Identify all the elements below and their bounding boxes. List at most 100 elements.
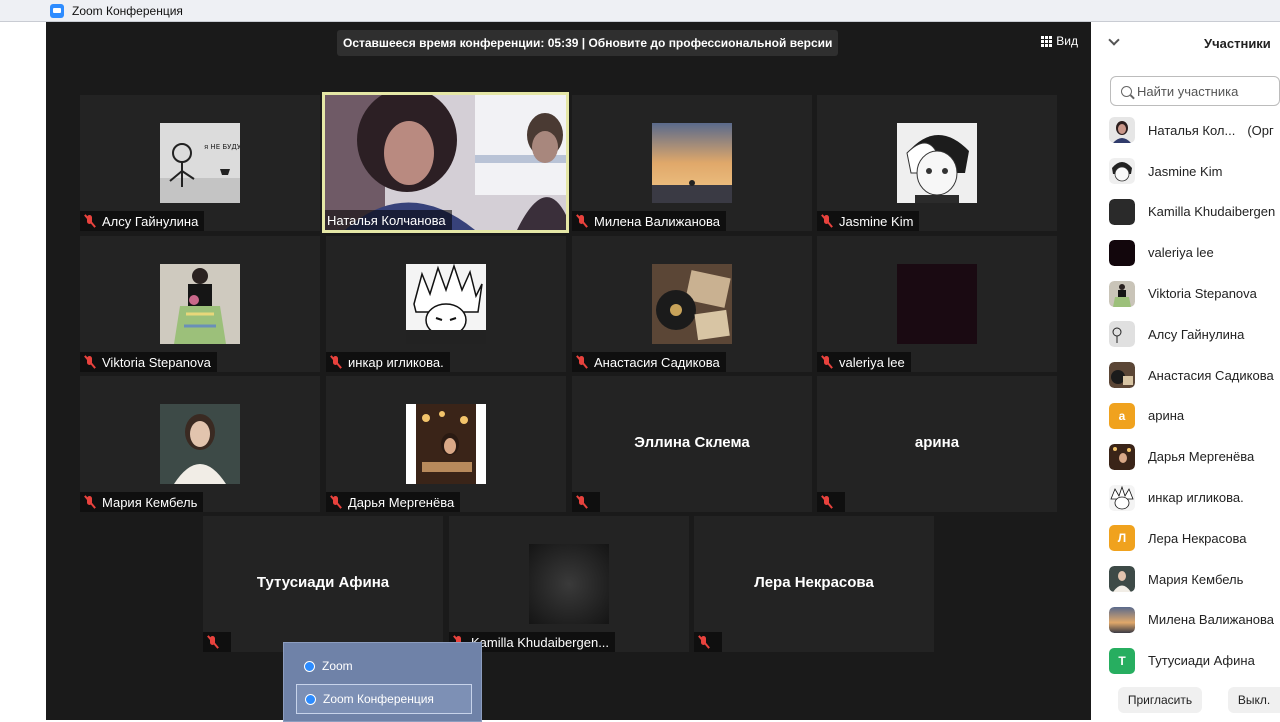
invite-button[interactable]: Пригласить: [1118, 687, 1202, 713]
participant-name: арина: [1148, 408, 1185, 424]
participant-name: Viktoria Stepanova: [1148, 286, 1257, 302]
tile-nametag: Jasmine Kim: [817, 211, 920, 231]
tile-name: Jasmine Kim: [839, 213, 914, 229]
taskbar-popup-menu: Zoom Zoom Конференция: [283, 642, 482, 722]
participant-item[interactable]: Анастасия Садикова: [1109, 355, 1280, 396]
mic-muted-icon: [82, 494, 98, 510]
participant-item[interactable]: valeriya lee: [1109, 232, 1280, 273]
tile-nametag: [817, 492, 845, 512]
participant-name: Дарья Мергенёва: [1148, 449, 1255, 465]
participant-name: valeriya lee: [1148, 245, 1214, 261]
video-tile[interactable]: Kamilla Khudaibergen...: [449, 516, 689, 652]
participant-item[interactable]: а арина: [1109, 396, 1280, 437]
view-label: Вид: [1056, 34, 1078, 48]
window-title: Zoom Конференция: [72, 3, 183, 18]
participants-title: Участники: [1204, 36, 1271, 51]
participant-item[interactable]: Алсу Гайнулина: [1109, 314, 1280, 355]
participant-thumbnail: [897, 123, 977, 203]
tile-nametag: Viktoria Stepanova: [80, 352, 217, 372]
video-tile[interactable]: Jasmine Kim: [817, 95, 1057, 231]
tile-nametag: valeriya lee: [817, 352, 911, 372]
video-tile-no-video[interactable]: Тутусиади Афина: [203, 516, 443, 652]
tile-center-name: Эллина Склема: [634, 434, 750, 451]
mic-muted-icon: [328, 494, 344, 510]
mic-muted-icon: [574, 213, 590, 229]
participant-item[interactable]: Наталья Кол... (Орг: [1109, 110, 1280, 151]
time-remaining-banner[interactable]: Оставшееся время конференции: 05:39 | Об…: [337, 30, 839, 56]
zoom-icon: [304, 660, 315, 672]
participant-role: (Орг: [1247, 122, 1274, 138]
tile-nametag: Милена Валижанова: [572, 211, 727, 231]
participant-thumbnail: [406, 264, 486, 344]
participant-thumbnail: [652, 123, 732, 203]
participant-item[interactable]: Л Лера Некрасова: [1109, 518, 1280, 559]
participant-thumbnail: [160, 404, 240, 484]
participant-search[interactable]: [1110, 76, 1280, 106]
video-tile-no-video[interactable]: Лера Некрасова: [694, 516, 934, 652]
mic-muted-icon: [574, 354, 590, 370]
participant-thumbnail: [897, 264, 977, 344]
video-tile-no-video[interactable]: Эллина Склема: [572, 376, 812, 512]
participant-item[interactable]: Милена Валижанова: [1109, 600, 1280, 641]
participant-item[interactable]: Мария Кембель: [1109, 559, 1280, 600]
participant-item[interactable]: Дарья Мергенёва: [1109, 436, 1280, 477]
tile-name: Анастасия Садикова: [594, 354, 720, 370]
participant-item[interactable]: Jasmine Kim: [1109, 151, 1280, 192]
tile-nametag: инкар игликова.: [326, 352, 450, 372]
tile-nametag: [694, 632, 722, 652]
menu-item-zoom[interactable]: Zoom: [296, 651, 472, 681]
video-tile[interactable]: valeriya lee: [817, 236, 1057, 372]
video-tile[interactable]: я НЕ БУДУ Алсу Гайнулина: [80, 95, 320, 231]
participant-item[interactable]: Kamilla Khudaibergen: [1109, 192, 1280, 233]
search-input[interactable]: [1137, 83, 1277, 99]
video-tile-active-speaker[interactable]: Наталья Колчанова: [322, 92, 569, 233]
view-button[interactable]: Вид: [1041, 34, 1078, 48]
participants-header: Участники: [1091, 22, 1280, 66]
tile-nametag: [572, 492, 600, 512]
participant-name: Мария Кембель: [1148, 571, 1244, 587]
participant-name: Jasmine Kim: [1148, 163, 1223, 179]
participant-item[interactable]: инкар игликова.: [1109, 477, 1280, 518]
menu-item-zoom-conference[interactable]: Zoom Конференция: [296, 684, 472, 714]
tile-nametag: [203, 632, 231, 652]
meeting-area: Оставшееся время конференции: 05:39 | Об…: [46, 22, 1091, 720]
video-tile-no-video[interactable]: арина: [817, 376, 1057, 512]
tile-center-name: Лера Некрасова: [754, 574, 874, 591]
avatar-initial: Л: [1109, 525, 1135, 552]
participant-thumbnail: [160, 264, 240, 344]
participant-thumbnail: [652, 264, 732, 344]
video-tile[interactable]: Viktoria Stepanova: [80, 236, 320, 372]
avatar: [1109, 280, 1135, 307]
tile-nametag: Мария Кембель: [80, 492, 204, 512]
left-blank-strip: [0, 22, 46, 720]
tile-nametag: Дарья Мергенёва: [326, 492, 461, 512]
participant-item[interactable]: Viktoria Stepanova: [1109, 273, 1280, 314]
tile-nametag: Наталья Колчанова: [325, 210, 452, 230]
video-tile[interactable]: инкар игликова.: [326, 236, 566, 372]
participant-name: Наталья Кол...: [1148, 122, 1236, 138]
chevron-down-icon[interactable]: [1108, 34, 1120, 46]
zoom-app-icon: [50, 3, 64, 18]
mic-muted-icon: [819, 494, 835, 510]
participant-name: Лера Некрасова: [1148, 530, 1247, 546]
mute-all-button[interactable]: Выкл.: [1228, 687, 1280, 713]
participants-panel: Участники Наталья Кол... (Орг Jasmine Ki…: [1091, 22, 1280, 720]
mic-muted-icon: [819, 354, 835, 370]
video-tile[interactable]: Анастасия Садикова: [572, 236, 812, 372]
avatar: [1109, 117, 1135, 144]
video-tile[interactable]: Дарья Мергенёва: [326, 376, 566, 512]
participant-item[interactable]: Т Тутусиади Афина: [1109, 640, 1280, 681]
tile-center-name: арина: [914, 434, 960, 451]
participant-name: инкар игликова.: [1148, 490, 1244, 506]
participant-name: Анастасия Садикова: [1148, 367, 1274, 383]
tile-name: valeriya lee: [839, 354, 905, 370]
video-tile[interactable]: Милена Валижанова: [572, 95, 812, 231]
participant-thumbnail: [529, 544, 609, 624]
participant-thumbnail: я НЕ БУДУ: [160, 123, 240, 203]
avatar: [1109, 606, 1135, 633]
avatar: [1109, 566, 1135, 593]
participant-name: Kamilla Khudaibergen: [1148, 204, 1276, 220]
video-tile[interactable]: Мария Кембель: [80, 376, 320, 512]
mic-muted-icon: [328, 354, 344, 370]
avatar: [1109, 443, 1135, 470]
